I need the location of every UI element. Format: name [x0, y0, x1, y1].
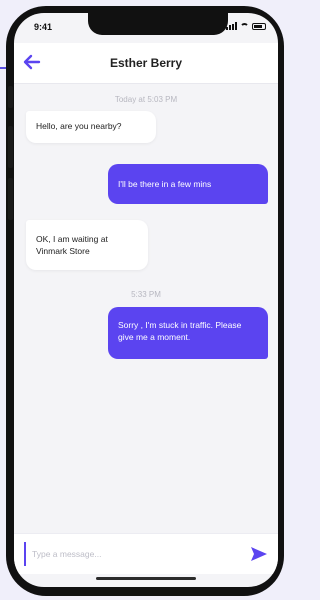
status-icons: [226, 22, 266, 30]
contact-name: Esther Berry: [109, 56, 183, 70]
outgoing-message: Sorry , I'm stuck in traffic. Please giv…: [108, 307, 268, 359]
volume-down-button: [8, 178, 13, 220]
wifi-icon: [240, 22, 249, 30]
chat-header: Esther Berry: [14, 43, 278, 84]
home-indicator: [96, 577, 196, 580]
notch: [88, 13, 228, 35]
volume-up-button: [8, 126, 13, 168]
mute-switch: [8, 86, 13, 108]
message-timestamp: 5:33 PM: [131, 290, 161, 299]
message-input[interactable]: [24, 542, 239, 566]
incoming-message: Hello, are you nearby?: [26, 111, 156, 143]
battery-icon: [252, 23, 266, 30]
phone-screen: 9:41 Esther Berry Today at 5:03 PM Hello…: [14, 13, 278, 587]
message-timestamp: Today at 5:03 PM: [114, 95, 178, 104]
outgoing-message: I'll be there in a few mins: [108, 164, 268, 204]
send-icon[interactable]: [250, 546, 268, 562]
status-time: 9:41: [34, 22, 53, 32]
incoming-message: OK, I am waiting at Vinmark Store: [26, 220, 148, 270]
message-composer: [14, 533, 278, 574]
